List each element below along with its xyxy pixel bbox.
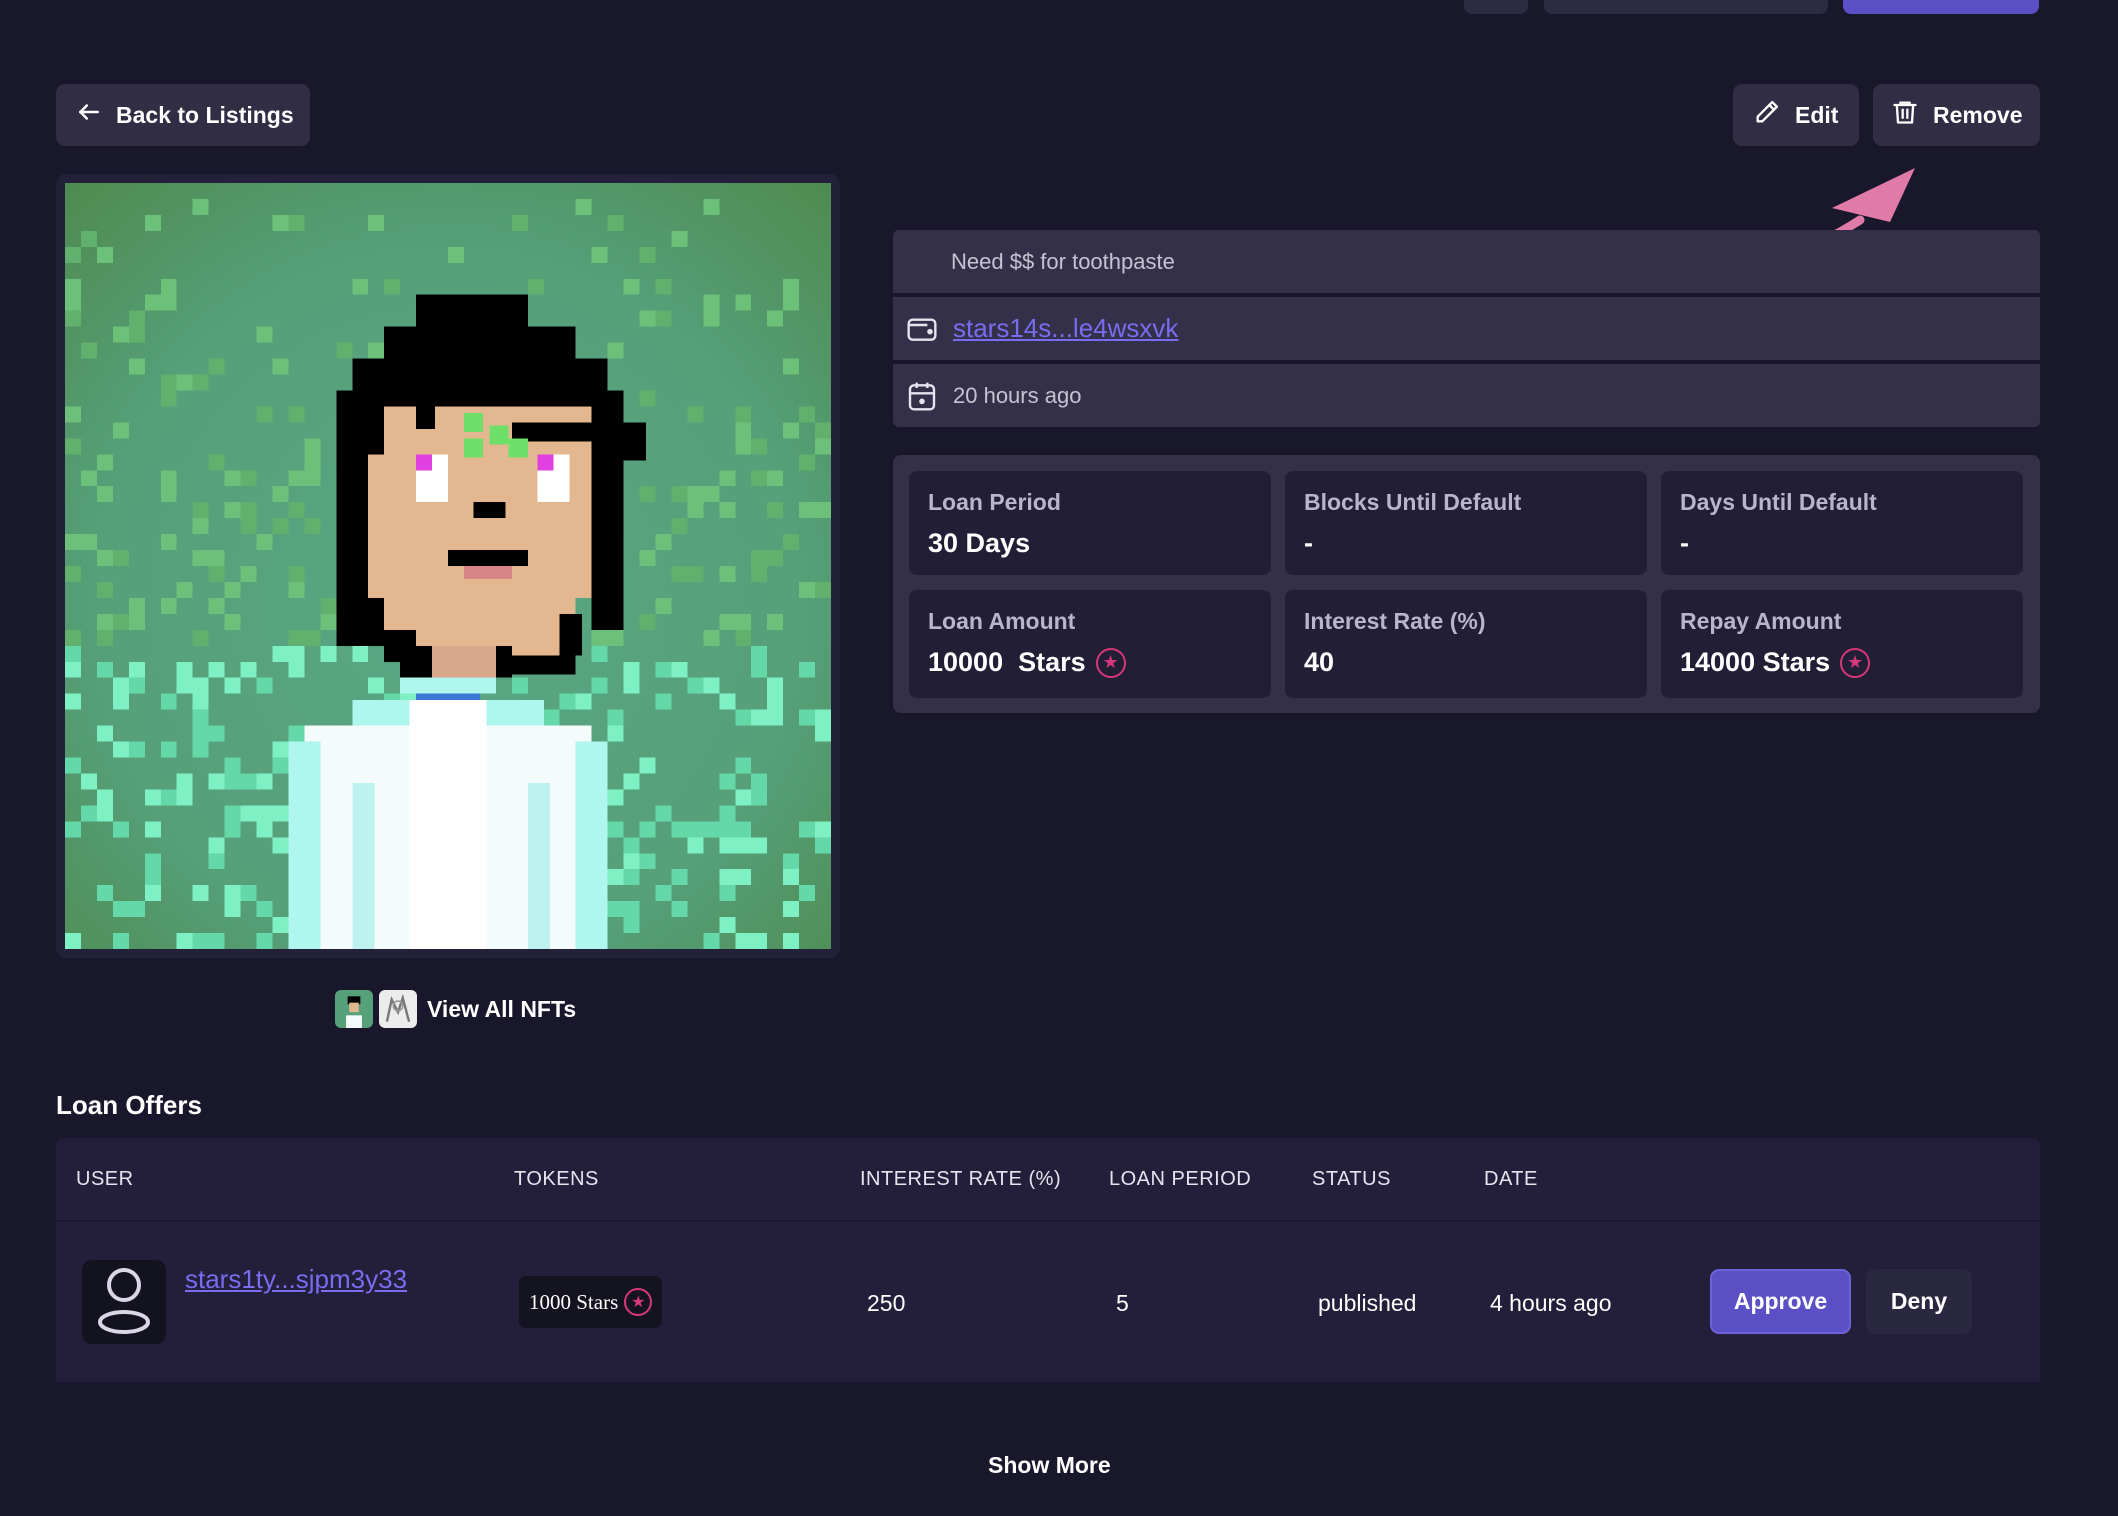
stat-value: 40 — [1304, 647, 1335, 677]
column-header: TOKENS — [514, 1168, 599, 1190]
listing-description: Need $$ for toothpaste — [951, 248, 1175, 274]
token-chip: 1000 Stars ★ — [519, 1276, 663, 1328]
stars-token-icon: ★ — [1840, 647, 1871, 678]
owner-address-row: stars14s...le4wsxvk — [893, 297, 2040, 360]
stars-token-icon: ★ — [1095, 647, 1126, 678]
stat-value: 10000 Stars ★ — [928, 647, 1252, 678]
stat-label: Loan Period — [928, 489, 1061, 515]
header-primary-stub[interactable] — [1843, 0, 2039, 14]
stat-value: 14000 Stars ★ — [1680, 647, 2004, 678]
deny-button[interactable]: Deny — [1866, 1269, 1972, 1334]
arrow-left-icon — [76, 99, 102, 131]
nft-image — [65, 183, 831, 949]
nft-thumbnail — [335, 990, 373, 1028]
user-avatar — [82, 1260, 166, 1344]
loan-stats-panel: Loan Period 30 Days Blocks Until Default… — [893, 455, 2040, 713]
calendar-icon — [905, 379, 939, 413]
remove-button[interactable]: Remove — [1873, 84, 2040, 146]
posted-date: 20 hours ago — [953, 382, 1082, 408]
token-amount: 1000 Stars — [529, 1289, 619, 1314]
table-header: USER TOKENS INTEREST RATE (%) LOAN PERIO… — [56, 1138, 2040, 1222]
offer-user-link[interactable]: stars1ty...sjpm3y33 — [185, 1264, 407, 1295]
loan-offers-table: USER TOKENS INTEREST RATE (%) LOAN PERIO… — [56, 1138, 2040, 1382]
column-header: DATE — [1484, 1168, 1538, 1190]
view-all-label: View All NFTs — [427, 995, 577, 1022]
owner-address-link[interactable]: stars14s...le4wsxvk — [953, 313, 1178, 344]
stat-loan-amount: Loan Amount 10000 Stars ★ — [909, 590, 1271, 698]
offer-date: 4 hours ago — [1490, 1290, 1612, 1316]
stat-label: Blocks Until Default — [1304, 489, 1522, 515]
wallet-icon — [905, 312, 939, 346]
user-icon — [95, 1265, 153, 1340]
back-label: Back to Listings — [116, 101, 294, 128]
listing-description-row: Need $$ for toothpaste — [893, 230, 2040, 293]
show-more-button[interactable]: Show More — [988, 1452, 1111, 1479]
header-control-stub[interactable] — [1544, 0, 1828, 14]
back-to-listings-button[interactable]: Back to Listings — [56, 84, 310, 146]
column-header: INTEREST RATE (%) — [860, 1168, 1062, 1190]
stat-repay-amount: Repay Amount 14000 Stars ★ — [1661, 590, 2023, 698]
nft-image-frame — [56, 174, 840, 958]
column-header: STATUS — [1312, 1168, 1391, 1190]
offer-status: published — [1318, 1290, 1417, 1316]
stat-days-until-default: Days Until Default - — [1661, 471, 2023, 575]
stat-value: - — [1304, 528, 1313, 558]
remove-label: Remove — [1933, 101, 2023, 128]
view-all-nfts-button[interactable]: View All NFTs — [335, 990, 576, 1028]
stat-label: Loan Amount — [928, 608, 1076, 634]
posted-date-row: 20 hours ago — [893, 364, 2040, 427]
stars-token-icon: ★ — [624, 1288, 653, 1316]
column-header: USER — [76, 1168, 134, 1190]
stat-loan-period: Loan Period 30 Days — [909, 471, 1271, 575]
header-control-stub[interactable] — [1464, 0, 1528, 14]
offer-interest-rate: 250 — [867, 1290, 906, 1316]
stat-blocks-until-default: Blocks Until Default - — [1285, 471, 1647, 575]
pencil-icon — [1753, 98, 1781, 132]
edit-label: Edit — [1795, 101, 1839, 128]
stat-interest-rate: Interest Rate (%) 40 — [1285, 590, 1647, 698]
stat-label: Days Until Default — [1680, 489, 1877, 515]
loan-offers-title: Loan Offers — [56, 1090, 202, 1120]
trash-icon — [1891, 98, 1919, 132]
stat-label: Interest Rate (%) — [1304, 608, 1486, 634]
approve-button[interactable]: Approve — [1710, 1269, 1851, 1334]
nft-thumbnail — [379, 990, 417, 1028]
stat-value: 30 Days — [928, 528, 1031, 558]
edit-button[interactable]: Edit — [1733, 84, 1859, 146]
column-header: LOAN PERIOD — [1109, 1168, 1252, 1190]
offer-loan-period: 5 — [1116, 1290, 1129, 1316]
stat-label: Repay Amount — [1680, 608, 1842, 634]
stat-value: - — [1680, 528, 1689, 558]
